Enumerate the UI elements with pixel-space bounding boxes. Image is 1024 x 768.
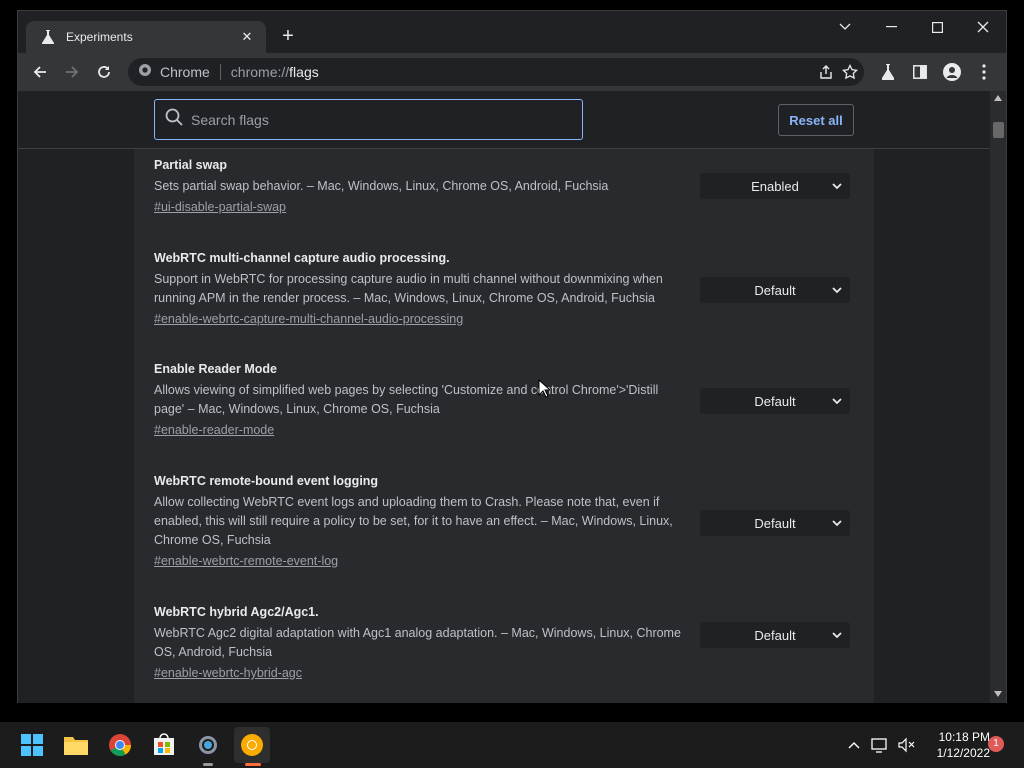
file-explorer-icon[interactable] <box>58 727 94 763</box>
flag-state-select[interactable]: Enabled <box>700 173 850 199</box>
flag-item: WebRTC multi-channel capture audio proce… <box>154 250 854 329</box>
bookmark-star-icon[interactable] <box>841 63 859 85</box>
close-tab-icon[interactable]: ✕ <box>238 29 256 45</box>
chrome-logo-icon <box>138 63 152 82</box>
browser-toolbar: Chrome chrome:// flags <box>18 53 1006 91</box>
scroll-up-icon[interactable] <box>994 95 1002 101</box>
url-scheme: chrome:// <box>230 64 290 80</box>
flask-icon <box>40 29 56 45</box>
search-icon <box>165 108 183 131</box>
select-value: Enabled <box>751 178 799 194</box>
chevron-down-icon <box>832 632 842 639</box>
share-icon[interactable] <box>818 64 834 85</box>
flag-item: Partial swap Sets partial swap behavior.… <box>154 157 854 217</box>
clock-date: 1/12/2022 <box>936 746 990 760</box>
flag-link[interactable]: #enable-reader-mode <box>154 421 274 440</box>
flag-link[interactable]: #enable-webrtc-hybrid-agc <box>154 664 302 683</box>
mouse-cursor-icon <box>538 379 550 398</box>
profile-icon[interactable] <box>940 60 964 84</box>
vertical-scrollbar[interactable] <box>990 91 1006 703</box>
select-value: Default <box>754 282 796 298</box>
forward-button[interactable] <box>60 60 84 84</box>
flag-description: Sets partial swap behavior. – Mac, Windo… <box>154 179 609 193</box>
select-value: Default <box>754 393 796 409</box>
flag-state-select[interactable]: Default <box>700 510 850 536</box>
search-input[interactable] <box>191 111 571 128</box>
scrollbar-thumb[interactable] <box>993 122 1004 138</box>
clock-time: 10:18 PM <box>938 730 990 744</box>
scroll-down-icon[interactable] <box>994 691 1002 697</box>
flag-link[interactable]: #enable-webrtc-remote-event-log <box>154 552 338 571</box>
tab-experiments[interactable]: Experiments ✕ <box>26 21 266 53</box>
running-indicator <box>203 763 213 766</box>
flag-state-select[interactable]: Default <box>700 277 850 303</box>
more-menu-icon[interactable] <box>972 60 996 84</box>
flag-description: WebRTC Agc2 digital adaptation with Agc1… <box>154 626 681 659</box>
address-bar[interactable]: Chrome chrome:// flags <box>128 58 864 86</box>
flag-title: Partial swap <box>154 158 227 172</box>
flag-description: Allows viewing of simplified web pages b… <box>154 383 659 416</box>
tab-title: Experiments <box>66 30 133 44</box>
flag-title: WebRTC remote-bound event logging <box>154 474 379 488</box>
search-box[interactable] <box>154 99 583 140</box>
flag-description: Support in WebRTC for processing capture… <box>154 272 663 305</box>
reset-all-button[interactable]: Reset all <box>778 104 854 136</box>
tab-search-icon[interactable] <box>822 11 868 43</box>
start-icon[interactable] <box>14 727 50 763</box>
maximize-button[interactable] <box>914 11 960 43</box>
active-indicator <box>245 763 261 766</box>
store-icon[interactable] <box>146 727 182 763</box>
tab-strip: Experiments ✕ + <box>18 11 1006 53</box>
new-tab-button[interactable]: + <box>276 25 300 49</box>
chrome-icon[interactable] <box>102 727 138 763</box>
back-button[interactable] <box>28 60 52 84</box>
address-divider <box>219 64 221 80</box>
select-value: Default <box>754 515 796 531</box>
flag-link[interactable]: #ui-disable-partial-swap <box>154 198 286 217</box>
select-value: Default <box>754 627 796 643</box>
site-label: Chrome <box>160 64 210 80</box>
url-path: flags <box>289 64 319 80</box>
side-panel-icon[interactable] <box>908 60 932 84</box>
flag-title: Enable Reader Mode <box>154 362 277 376</box>
chrome-canary-icon[interactable] <box>234 727 270 763</box>
volume-muted-icon[interactable] <box>896 735 916 755</box>
flag-item: WebRTC hybrid Agc2/Agc1. WebRTC Agc2 dig… <box>154 604 854 683</box>
chevron-down-icon <box>832 287 842 294</box>
flag-link[interactable]: #enable-webrtc-capture-multi-channel-aud… <box>154 310 463 329</box>
network-icon[interactable] <box>870 735 890 755</box>
flags-header: Reset all <box>18 91 990 149</box>
flag-state-select[interactable]: Default <box>700 622 850 648</box>
taskbar-clock[interactable]: 10:18 PM 1/12/2022 <box>920 729 990 761</box>
notification-badge[interactable]: 1 <box>988 736 1004 752</box>
flag-item: WebRTC remote-bound event logging Allow … <box>154 473 854 571</box>
flag-title: WebRTC hybrid Agc2/Agc1. <box>154 605 319 619</box>
flag-description: Allow collecting WebRTC event logs and u… <box>154 495 673 547</box>
flag-state-select[interactable]: Default <box>700 388 850 414</box>
browser-window: Experiments ✕ + Chrome chrome:// flags S… <box>17 10 1007 703</box>
minimize-button[interactable] <box>868 11 914 43</box>
chevron-down-icon <box>832 520 842 527</box>
close-window-button[interactable] <box>960 11 1006 43</box>
flags-page: Reset all Partial swap Sets partial swap… <box>18 91 990 703</box>
chevron-up-icon[interactable] <box>844 735 864 755</box>
chevron-down-icon <box>832 183 842 190</box>
flag-item: Enable Reader Mode Allows viewing of sim… <box>154 361 854 440</box>
flags-list: Partial swap Sets partial swap behavior.… <box>134 149 874 703</box>
flag-title: WebRTC multi-channel capture audio proce… <box>154 251 450 265</box>
chevron-down-icon <box>832 398 842 405</box>
labs-icon[interactable] <box>876 60 900 84</box>
taskbar: 10:18 PM 1/12/2022 <box>0 722 1024 768</box>
reload-button[interactable] <box>92 60 116 84</box>
settings-icon[interactable] <box>190 727 226 763</box>
